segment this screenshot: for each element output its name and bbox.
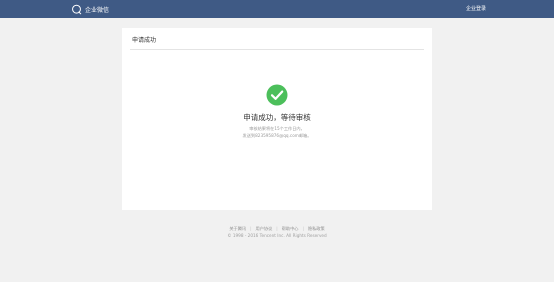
check-circle-icon — [266, 84, 288, 106]
card-divider — [130, 49, 424, 50]
copyright-text: © 1998 - 2016 Tencent Inc. All Rights Re… — [227, 233, 327, 238]
description-line-2: 发送到823595876@qq.com邮箱。 — [242, 132, 312, 138]
logo[interactable]: 企业微信 — [71, 3, 109, 15]
top-header-bar: 企业微信 企业登录 — [0, 0, 554, 18]
application-result-card: 申请成功 申请成功，等待审核 审核结果将在15个工作日内， 发送到8235958… — [122, 28, 432, 210]
logo-text: 企业微信 — [85, 6, 110, 14]
footer-link-help-center[interactable]: 帮助中心 — [278, 226, 303, 232]
footer-link-user-agreement[interactable]: 用户协议 — [252, 226, 277, 232]
success-description: 审核结果将在15个工作日内， 发送到823595876@qq.com邮箱。 — [122, 126, 432, 139]
footer-link-privacy[interactable]: 隐私政策 — [304, 226, 329, 232]
card-title: 申请成功 — [132, 37, 157, 44]
enterprise-login-link[interactable]: 企业登录 — [466, 5, 486, 12]
success-message: 申请成功，等待审核 — [243, 113, 311, 122]
chat-bubble-icon — [72, 4, 82, 14]
footer-links: 关于腾讯 | 用户协议 | 帮助中心 | 隐私政策 — [0, 226, 554, 232]
footer-link-about[interactable]: 关于腾讯 — [225, 226, 250, 232]
